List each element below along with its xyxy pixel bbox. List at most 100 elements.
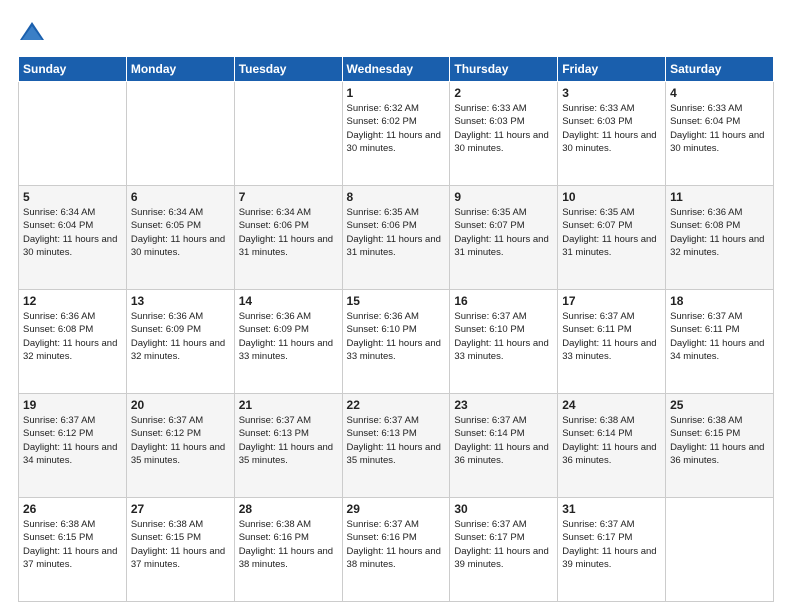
day-info: Sunrise: 6:34 AM Sunset: 6:05 PM Dayligh… bbox=[131, 206, 230, 259]
day-number: 26 bbox=[23, 502, 122, 516]
week-row-5: 26 Sunrise: 6:38 AM Sunset: 6:15 PM Dayli… bbox=[19, 498, 774, 602]
day-cell: 27 Sunrise: 6:38 AM Sunset: 6:15 PM Dayli… bbox=[126, 498, 234, 602]
day-number: 15 bbox=[347, 294, 446, 308]
day-cell: 15 Sunrise: 6:36 AM Sunset: 6:10 PM Dayli… bbox=[342, 290, 450, 394]
day-cell: 23 Sunrise: 6:37 AM Sunset: 6:14 PM Dayli… bbox=[450, 394, 558, 498]
day-cell: 1Sunrise: 6:32 AM Sunset: 6:02 PM Daylig… bbox=[342, 82, 450, 186]
day-cell: 9 Sunrise: 6:35 AM Sunset: 6:07 PM Daylig… bbox=[450, 186, 558, 290]
day-number: 22 bbox=[347, 398, 446, 412]
day-number: 28 bbox=[239, 502, 338, 516]
week-row-2: 5 Sunrise: 6:34 AM Sunset: 6:04 PM Daylig… bbox=[19, 186, 774, 290]
day-number: 24 bbox=[562, 398, 661, 412]
day-number: 20 bbox=[131, 398, 230, 412]
day-cell: 16 Sunrise: 6:37 AM Sunset: 6:10 PM Dayli… bbox=[450, 290, 558, 394]
day-cell: 18 Sunrise: 6:37 AM Sunset: 6:11 PM Dayli… bbox=[666, 290, 774, 394]
day-info: Sunrise: 6:34 AM Sunset: 6:04 PM Dayligh… bbox=[23, 206, 122, 259]
weekday-header-row: SundayMondayTuesdayWednesdayThursdayFrid… bbox=[19, 57, 774, 82]
day-cell bbox=[19, 82, 127, 186]
day-info: Sunrise: 6:37 AM Sunset: 6:14 PM Dayligh… bbox=[454, 414, 553, 467]
day-number: 12 bbox=[23, 294, 122, 308]
day-cell: 8 Sunrise: 6:35 AM Sunset: 6:06 PM Daylig… bbox=[342, 186, 450, 290]
day-number: 11 bbox=[670, 190, 769, 204]
day-info: Sunrise: 6:38 AM Sunset: 6:15 PM Dayligh… bbox=[131, 518, 230, 571]
day-cell: 13 Sunrise: 6:36 AM Sunset: 6:09 PM Dayli… bbox=[126, 290, 234, 394]
day-number: 18 bbox=[670, 294, 769, 308]
day-number: 13 bbox=[131, 294, 230, 308]
day-number: 27 bbox=[131, 502, 230, 516]
weekday-saturday: Saturday bbox=[666, 57, 774, 82]
day-number: 6 bbox=[131, 190, 230, 204]
logo bbox=[18, 18, 50, 46]
day-number: 14 bbox=[239, 294, 338, 308]
day-info: Sunrise: 6:35 AM Sunset: 6:06 PM Dayligh… bbox=[347, 206, 446, 259]
day-number: 17 bbox=[562, 294, 661, 308]
day-cell: 31 Sunrise: 6:37 AM Sunset: 6:17 PM Dayli… bbox=[558, 498, 666, 602]
weekday-tuesday: Tuesday bbox=[234, 57, 342, 82]
day-number: 5 bbox=[23, 190, 122, 204]
day-info: Sunrise: 6:36 AM Sunset: 6:08 PM Dayligh… bbox=[670, 206, 769, 259]
day-number: 3 bbox=[562, 86, 661, 100]
day-info: Sunrise: 6:36 AM Sunset: 6:08 PM Dayligh… bbox=[23, 310, 122, 363]
day-number: 2 bbox=[454, 86, 553, 100]
day-cell bbox=[234, 82, 342, 186]
day-info: Sunrise: 6:37 AM Sunset: 6:17 PM Dayligh… bbox=[454, 518, 553, 571]
day-cell bbox=[666, 498, 774, 602]
day-cell: 20 Sunrise: 6:37 AM Sunset: 6:12 PM Dayli… bbox=[126, 394, 234, 498]
day-cell bbox=[126, 82, 234, 186]
weekday-wednesday: Wednesday bbox=[342, 57, 450, 82]
day-info: Sunrise: 6:36 AM Sunset: 6:10 PM Dayligh… bbox=[347, 310, 446, 363]
day-cell: 22 Sunrise: 6:37 AM Sunset: 6:13 PM Dayli… bbox=[342, 394, 450, 498]
day-info: Sunrise: 6:38 AM Sunset: 6:14 PM Dayligh… bbox=[562, 414, 661, 467]
day-cell: 5 Sunrise: 6:34 AM Sunset: 6:04 PM Daylig… bbox=[19, 186, 127, 290]
day-cell: 6 Sunrise: 6:34 AM Sunset: 6:05 PM Daylig… bbox=[126, 186, 234, 290]
day-info: Sunrise: 6:38 AM Sunset: 6:16 PM Dayligh… bbox=[239, 518, 338, 571]
day-info: Sunrise: 6:37 AM Sunset: 6:17 PM Dayligh… bbox=[562, 518, 661, 571]
week-row-1: 1Sunrise: 6:32 AM Sunset: 6:02 PM Daylig… bbox=[19, 82, 774, 186]
day-info: Sunrise: 6:35 AM Sunset: 6:07 PM Dayligh… bbox=[454, 206, 553, 259]
week-row-4: 19 Sunrise: 6:37 AM Sunset: 6:12 PM Dayli… bbox=[19, 394, 774, 498]
day-number: 9 bbox=[454, 190, 553, 204]
day-info: Sunrise: 6:38 AM Sunset: 6:15 PM Dayligh… bbox=[23, 518, 122, 571]
day-number: 31 bbox=[562, 502, 661, 516]
day-number: 10 bbox=[562, 190, 661, 204]
day-number: 21 bbox=[239, 398, 338, 412]
day-cell: 3 Sunrise: 6:33 AM Sunset: 6:03 PM Daylig… bbox=[558, 82, 666, 186]
header bbox=[18, 18, 774, 46]
day-number: 23 bbox=[454, 398, 553, 412]
day-info: Sunrise: 6:38 AM Sunset: 6:15 PM Dayligh… bbox=[670, 414, 769, 467]
day-info: Sunrise: 6:33 AM Sunset: 6:04 PM Dayligh… bbox=[670, 102, 769, 155]
day-cell: 11 Sunrise: 6:36 AM Sunset: 6:08 PM Dayli… bbox=[666, 186, 774, 290]
day-info: Sunrise: 6:37 AM Sunset: 6:12 PM Dayligh… bbox=[131, 414, 230, 467]
day-cell: 29Sunrise: 6:37 AM Sunset: 6:16 PM Dayli… bbox=[342, 498, 450, 602]
calendar: SundayMondayTuesdayWednesdayThursdayFrid… bbox=[18, 56, 774, 602]
week-row-3: 12 Sunrise: 6:36 AM Sunset: 6:08 PM Dayli… bbox=[19, 290, 774, 394]
day-info: Sunrise: 6:37 AM Sunset: 6:12 PM Dayligh… bbox=[23, 414, 122, 467]
day-cell: 24 Sunrise: 6:38 AM Sunset: 6:14 PM Dayli… bbox=[558, 394, 666, 498]
day-info: Sunrise: 6:34 AM Sunset: 6:06 PM Dayligh… bbox=[239, 206, 338, 259]
day-number: 30 bbox=[454, 502, 553, 516]
day-info: Sunrise: 6:37 AM Sunset: 6:13 PM Dayligh… bbox=[347, 414, 446, 467]
day-cell: 4 Sunrise: 6:33 AM Sunset: 6:04 PM Daylig… bbox=[666, 82, 774, 186]
day-number: 16 bbox=[454, 294, 553, 308]
day-info: Sunrise: 6:37 AM Sunset: 6:10 PM Dayligh… bbox=[454, 310, 553, 363]
day-number: 8 bbox=[347, 190, 446, 204]
day-info: Sunrise: 6:33 AM Sunset: 6:03 PM Dayligh… bbox=[562, 102, 661, 155]
day-info: Sunrise: 6:33 AM Sunset: 6:03 PM Dayligh… bbox=[454, 102, 553, 155]
day-info: Sunrise: 6:36 AM Sunset: 6:09 PM Dayligh… bbox=[239, 310, 338, 363]
day-number: 4 bbox=[670, 86, 769, 100]
weekday-friday: Friday bbox=[558, 57, 666, 82]
day-info: Sunrise: 6:36 AM Sunset: 6:09 PM Dayligh… bbox=[131, 310, 230, 363]
day-cell: 21 Sunrise: 6:37 AM Sunset: 6:13 PM Dayli… bbox=[234, 394, 342, 498]
day-cell: 7Sunrise: 6:34 AM Sunset: 6:06 PM Daylig… bbox=[234, 186, 342, 290]
day-number: 19 bbox=[23, 398, 122, 412]
day-info: Sunrise: 6:35 AM Sunset: 6:07 PM Dayligh… bbox=[562, 206, 661, 259]
day-cell: 30 Sunrise: 6:37 AM Sunset: 6:17 PM Dayli… bbox=[450, 498, 558, 602]
day-cell: 26 Sunrise: 6:38 AM Sunset: 6:15 PM Dayli… bbox=[19, 498, 127, 602]
day-cell: 12 Sunrise: 6:36 AM Sunset: 6:08 PM Dayli… bbox=[19, 290, 127, 394]
logo-icon bbox=[18, 18, 46, 46]
day-cell: 14 Sunrise: 6:36 AM Sunset: 6:09 PM Dayli… bbox=[234, 290, 342, 394]
day-info: Sunrise: 6:37 AM Sunset: 6:13 PM Dayligh… bbox=[239, 414, 338, 467]
day-info: Sunrise: 6:37 AM Sunset: 6:11 PM Dayligh… bbox=[670, 310, 769, 363]
day-cell: 2 Sunrise: 6:33 AM Sunset: 6:03 PM Daylig… bbox=[450, 82, 558, 186]
day-cell: 28 Sunrise: 6:38 AM Sunset: 6:16 PM Dayli… bbox=[234, 498, 342, 602]
